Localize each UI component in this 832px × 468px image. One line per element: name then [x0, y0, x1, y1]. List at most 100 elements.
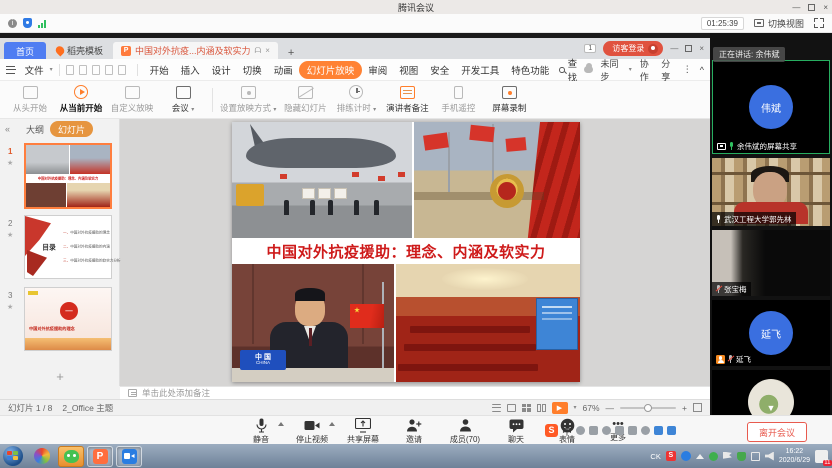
menu-slideshow-active[interactable]: 幻灯片放映 — [299, 61, 363, 79]
slideshow-play-button[interactable]: ▶ — [552, 402, 568, 414]
save-icon[interactable] — [66, 65, 74, 75]
ribbon-phone-remote[interactable]: 手机遥控 — [436, 86, 480, 114]
tray-show-hidden-icon[interactable] — [696, 454, 704, 459]
taskbar-browser-button[interactable] — [29, 446, 55, 467]
security-shield-icon[interactable] — [23, 18, 32, 28]
redo-icon[interactable] — [118, 65, 126, 75]
wps-minimize-icon[interactable]: — — [670, 44, 678, 53]
start-button[interactable] — [3, 446, 23, 466]
ribbon-meeting[interactable]: 会议 ▾ — [161, 86, 205, 114]
guest-login-button[interactable]: 访客登录 — [603, 41, 663, 56]
invite-button[interactable]: 邀请 — [393, 418, 435, 445]
menu-design[interactable]: 设计 — [206, 61, 237, 79]
slide-thumbnail-2[interactable]: 目录 一、中国对外抗疫援助的理念 二、中国对外抗疫援助的内涵 三、中国对外抗疫援… — [24, 215, 112, 279]
normal-view-icon[interactable] — [507, 404, 516, 412]
notes-bar[interactable]: 单击此处添加备注 — [120, 386, 710, 399]
taskbar-clock[interactable]: 16:22 2020/6/29 — [779, 447, 810, 465]
minimize-icon[interactable]: — — [792, 3, 800, 12]
tray-green-icon[interactable] — [709, 452, 718, 461]
reading-view-icon[interactable] — [537, 404, 546, 412]
slide-sorter-icon[interactable] — [522, 404, 531, 412]
ime-toolbox-icon[interactable] — [667, 426, 676, 435]
collapse-ribbon-icon[interactable]: ^ — [700, 65, 704, 75]
hamburger-icon[interactable] — [6, 66, 15, 74]
slide-thumbnail-3[interactable]: 一 中国对外抗疫援助的理念 — [24, 287, 112, 351]
video-options-caret[interactable] — [329, 422, 335, 426]
zoom-in-button[interactable]: + — [682, 403, 687, 413]
share-button[interactable]: 分享 — [661, 57, 674, 83]
tray-network-icon[interactable] — [751, 452, 760, 461]
participant-tile-screenshare[interactable]: 伟斌 余伟斌的屏幕共享 — [712, 60, 830, 154]
collapse-panel-icon[interactable]: « — [5, 124, 10, 134]
ribbon-setup-show[interactable]: 设置放映方式 ▾ — [220, 86, 276, 114]
scroll-down-icon[interactable]: ▼ — [710, 403, 832, 413]
menu-features[interactable]: 特色功能 — [505, 61, 555, 79]
wps-close-icon[interactable]: × — [699, 44, 704, 53]
collaborate-button[interactable]: 协作 — [640, 57, 653, 83]
ribbon-speaker-notes[interactable]: 演讲者备注 — [385, 86, 429, 114]
tray-notification-icon[interactable]: 11 — [815, 450, 828, 463]
ribbon-custom-show[interactable]: 自定义放映 — [110, 86, 154, 114]
menu-insert[interactable]: 插入 — [175, 61, 206, 79]
mute-button[interactable]: 静音 — [240, 418, 282, 445]
taskbar-wps-button[interactable]: P — [87, 446, 113, 467]
wps-restore-icon[interactable] — [685, 45, 692, 52]
more-vertical-icon[interactable]: ⋮ — [683, 64, 692, 75]
find-button[interactable]: 查找 — [559, 56, 583, 84]
taskbar-wechat-button[interactable] — [58, 446, 84, 467]
menu-view[interactable]: 视图 — [393, 61, 424, 79]
meeting-info-icon[interactable]: i — [8, 19, 17, 28]
chat-button[interactable]: 聊天 — [495, 418, 537, 445]
tray-ime-indicator[interactable]: CK — [650, 452, 660, 461]
play-dropdown-icon[interactable]: ▾ — [574, 404, 577, 411]
sogou-ime-icon[interactable]: S — [545, 424, 558, 437]
tray-sogou-icon[interactable]: S — [666, 451, 676, 461]
ime-mic-icon[interactable] — [615, 426, 624, 435]
switch-view-button[interactable]: 切换视图 — [754, 17, 804, 30]
maximize-icon[interactable] — [808, 4, 815, 11]
ime-hand-icon[interactable] — [641, 426, 650, 435]
stop-video-button[interactable]: 停止视频 — [291, 418, 333, 445]
new-tab-button[interactable]: + — [278, 47, 304, 59]
menu-security[interactable]: 安全 — [424, 61, 455, 79]
menu-devtools[interactable]: 开发工具 — [455, 61, 505, 79]
add-slide-button[interactable]: + — [0, 369, 120, 384]
zoom-slider-thumb[interactable] — [644, 404, 652, 412]
preview-icon[interactable] — [92, 65, 100, 75]
menu-file[interactable]: 文件 — [19, 61, 50, 79]
ime-emoji-icon[interactable] — [602, 426, 611, 435]
participant-tile-avatar[interactable]: 延飞 延飞 — [712, 300, 830, 366]
fit-slide-icon[interactable] — [693, 403, 702, 412]
ribbon-rehearse[interactable]: 排练计时 ▾ — [334, 85, 378, 114]
ime-language-indicator[interactable]: 中 — [562, 423, 572, 438]
tab-home[interactable]: 首页 — [4, 42, 46, 59]
tab-document-active[interactable]: P 中国对外抗疫...内涵及软实力 ᗩ × — [113, 42, 278, 59]
share-screen-button[interactable]: 共享屏幕 — [342, 418, 384, 445]
zoom-slider[interactable] — [620, 407, 676, 409]
undo-icon[interactable] — [105, 65, 113, 75]
tray-antivirus-shield-icon[interactable] — [737, 452, 746, 461]
ribbon-screen-record[interactable]: 屏幕录制 — [487, 86, 531, 114]
participant-tile-dark[interactable]: 张宝梅 — [712, 230, 830, 296]
ime-moon-icon[interactable] — [576, 426, 585, 435]
close-icon[interactable]: × — [823, 3, 828, 12]
ribbon-hide-slide[interactable]: 隐藏幻灯片 — [283, 86, 327, 114]
tab-close-icon[interactable]: × — [265, 46, 270, 55]
taskbar-meeting-button[interactable] — [116, 446, 142, 467]
sync-status[interactable]: 未同步 — [601, 57, 621, 83]
ribbon-from-beginning[interactable]: 从头开始 — [8, 86, 52, 114]
ime-keyboard-icon[interactable] — [628, 426, 637, 435]
comment-icon[interactable]: ᗩ — [255, 46, 262, 56]
panel-tab-outline[interactable]: 大纲 — [26, 123, 44, 136]
fullscreen-icon[interactable] — [814, 18, 824, 28]
participant-tile-video[interactable]: 武汉工程大学郭先林 — [712, 158, 830, 226]
notes-toggle-icon[interactable] — [492, 404, 501, 412]
tray-app-icon[interactable] — [681, 451, 691, 461]
zoom-level[interactable]: 67% — [583, 403, 600, 413]
menu-review[interactable]: 审阅 — [362, 61, 393, 79]
slide-thumbnail-1[interactable]: 中国对外抗疫援助：理念、内涵及软实力 — [24, 143, 112, 209]
ribbon-from-current[interactable]: 从当前开始 — [59, 85, 103, 114]
print-icon[interactable] — [79, 65, 87, 75]
slide-canvas[interactable]: 中国对外抗疫援助：理念、内涵及软实力 中 国 CHINA — [232, 122, 580, 382]
panel-tab-slides[interactable]: 幻灯片 — [50, 121, 93, 137]
